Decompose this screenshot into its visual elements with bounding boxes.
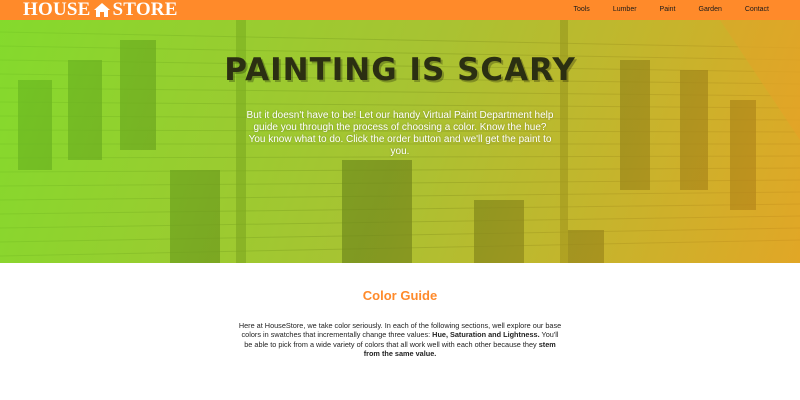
nav-link-contact[interactable]: Contact	[745, 0, 769, 20]
color-guide-title: Color Guide	[362, 288, 438, 303]
nav-link-garden[interactable]: Garden	[699, 0, 722, 20]
logo-text-store: STORE	[112, 0, 178, 20]
main-nav: Tools Lumber Paint Garden Contact	[573, 0, 800, 20]
house-icon	[93, 2, 111, 18]
color-guide-description: Here at HouseStore, we take color seriou…	[238, 321, 562, 359]
nav-link-tools[interactable]: Tools	[573, 0, 589, 20]
guide-bold-part-1: Hue, Saturation and Lightness.	[432, 330, 540, 340]
logo-text-house: HOUSE	[23, 0, 91, 20]
top-navbar: HOUSE STORE Tools Lumber Paint Garden Co…	[0, 0, 800, 20]
hero-description: But it doesn't have to be! Let our handy…	[246, 110, 554, 157]
housestore-logo[interactable]: HOUSE STORE	[0, 0, 178, 20]
hero-section: PAINTING IS SCARY But it doesn't have to…	[0, 20, 800, 263]
nav-link-paint[interactable]: Paint	[660, 0, 676, 20]
nav-link-lumber[interactable]: Lumber	[613, 0, 637, 20]
hero-title: PAINTING IS SCARY	[224, 52, 576, 88]
